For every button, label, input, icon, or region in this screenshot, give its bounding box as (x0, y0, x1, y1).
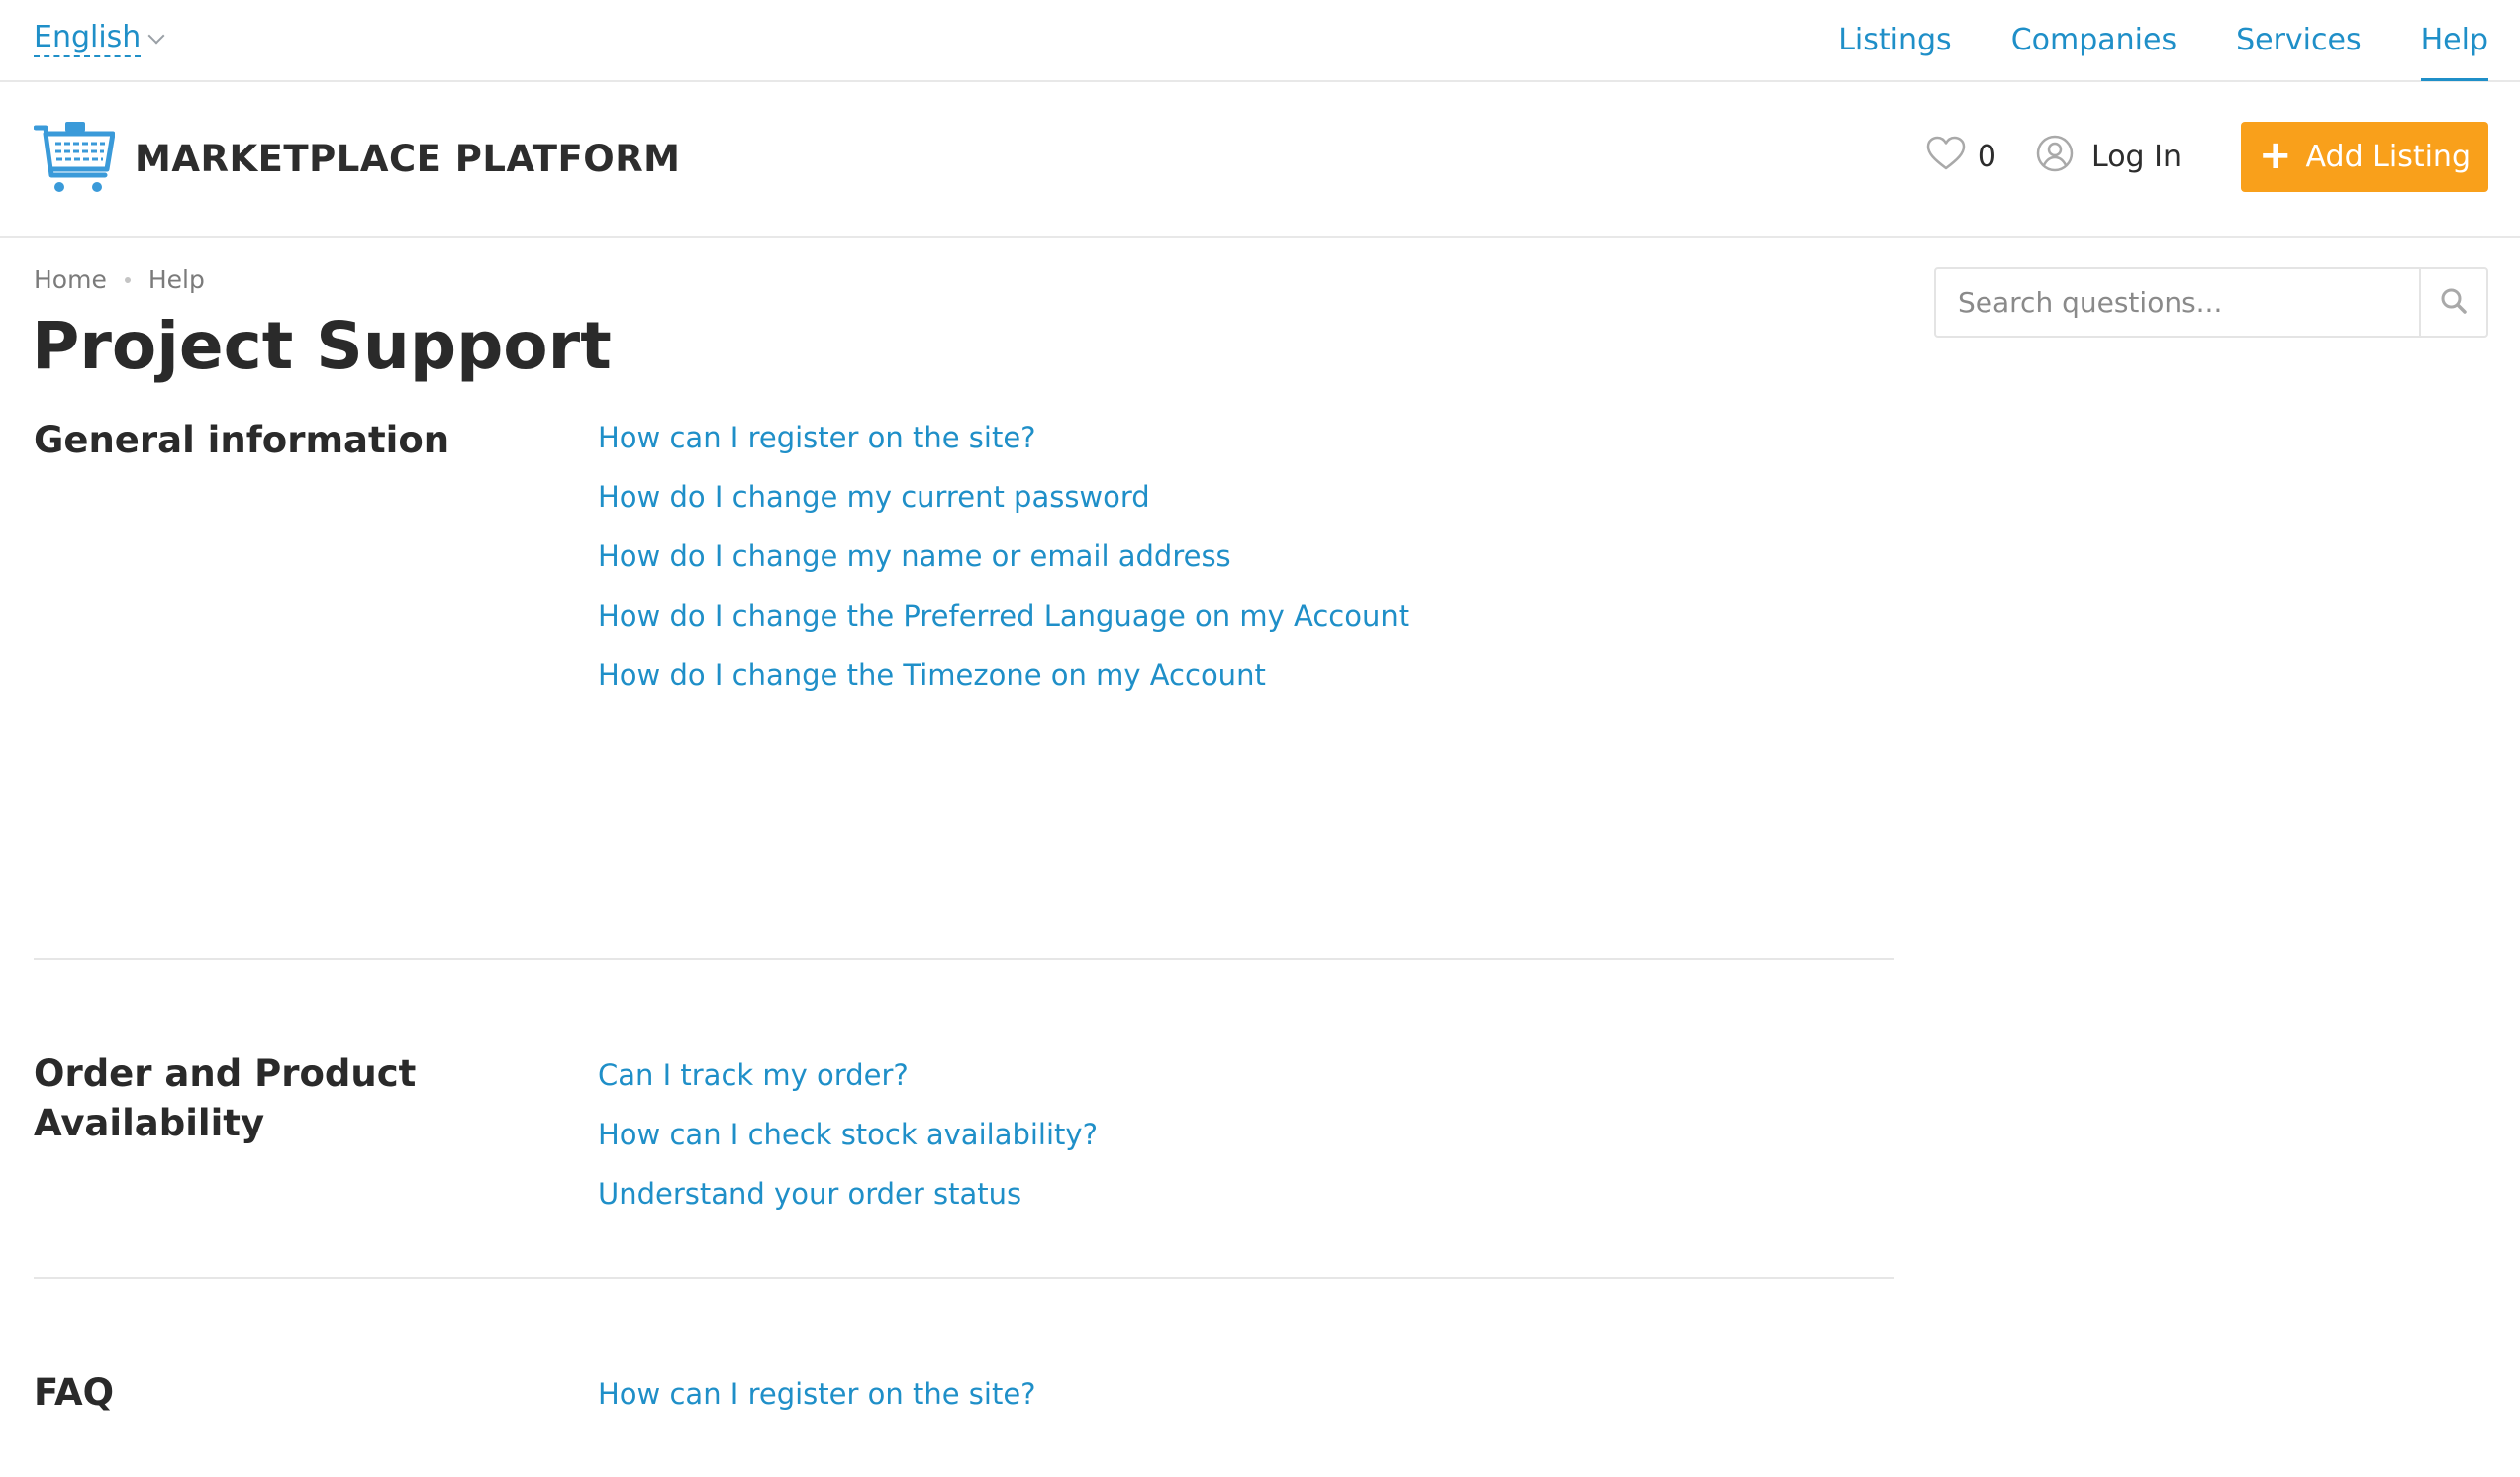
user-icon (2036, 135, 2074, 180)
nav-listings[interactable]: Listings (1838, 0, 1951, 80)
question-link[interactable]: How can I register on the site? (598, 421, 1036, 454)
heart-icon (1926, 136, 1966, 179)
section-title: Order and Product Availability (34, 1052, 417, 1144)
login-button[interactable]: Log In (2036, 135, 2181, 180)
section-title: FAQ (34, 1371, 115, 1414)
brand-name: MARKETPLACE PLATFORM (135, 137, 681, 180)
question-list: Can I track my order? How can I check st… (598, 1045, 1098, 1224)
question-list: How can I register on the site? How do I… (598, 408, 1409, 705)
header-actions: 0 Log In + Add Listing (1926, 122, 2488, 192)
question-link[interactable]: Understand your order status (598, 1177, 1021, 1211)
top-nav: Listings Companies Services Help (1779, 0, 2489, 81)
question-link[interactable]: Can I track my order? (598, 1058, 909, 1092)
list-item: How do I change the Timezone on my Accou… (598, 645, 1409, 705)
plus-icon: + (2259, 132, 2292, 178)
section-title: General information (34, 419, 450, 461)
search-box (1934, 267, 2488, 338)
add-listing-button[interactable]: + Add Listing (2241, 122, 2488, 192)
question-list: How can I register on the site? (598, 1364, 1036, 1424)
list-item: Understand your order status (598, 1164, 1098, 1224)
login-label: Log In (2091, 140, 2181, 174)
nav-services[interactable]: Services (2236, 0, 2362, 80)
list-item: How can I register on the site? (598, 408, 1409, 467)
faq-section-general: General information How can I register o… (34, 416, 1894, 960)
breadcrumb-home[interactable]: Home (34, 265, 107, 294)
page-title: Project Support (32, 308, 612, 384)
list-item: How do I change my name or email address (598, 527, 1409, 586)
list-item: How do I change my current password (598, 467, 1409, 527)
site-header: MARKETPLACE PLATFORM 0 Log In + Add List… (0, 82, 2520, 238)
chevron-down-icon (147, 27, 165, 45)
search-button[interactable] (2419, 269, 2486, 336)
language-selector[interactable]: English (34, 20, 165, 57)
nav-companies[interactable]: Companies (2011, 0, 2177, 80)
language-label: English (34, 20, 142, 57)
list-item: How do I change the Preferred Language o… (598, 586, 1409, 645)
breadcrumb-current: Help (147, 265, 205, 294)
question-link[interactable]: How can I register on the site? (598, 1377, 1036, 1411)
breadcrumb: Home Help (34, 265, 205, 294)
favorites-count: 0 (1977, 140, 1997, 174)
question-link[interactable]: How do I change the Preferred Language o… (598, 599, 1409, 633)
question-link[interactable]: How do I change the Timezone on my Accou… (598, 658, 1266, 692)
favorites-button[interactable]: 0 (1926, 136, 1996, 179)
question-link[interactable]: How do I change my name or email address (598, 540, 1231, 573)
nav-help[interactable]: Help (2420, 0, 2489, 81)
shopping-cart-icon (34, 120, 115, 197)
list-item: How can I register on the site? (598, 1364, 1036, 1424)
list-item: Can I track my order? (598, 1045, 1098, 1105)
list-item: How can I check stock availability? (598, 1105, 1098, 1164)
search-input[interactable] (1936, 269, 2419, 336)
add-listing-label: Add Listing (2305, 140, 2471, 174)
faq-section-orders: Order and Product Availability Can I tra… (34, 960, 1894, 1279)
question-link[interactable]: How can I check stock availability? (598, 1118, 1098, 1151)
brand-logo-link[interactable]: MARKETPLACE PLATFORM (34, 120, 681, 197)
search-icon (2440, 287, 2468, 319)
top-bar: English Listings Companies Services Help (0, 0, 2520, 82)
breadcrumb-separator (124, 276, 131, 283)
faq-section-faq: FAQ How can I register on the site? (34, 1279, 1894, 1477)
question-link[interactable]: How do I change my current password (598, 480, 1150, 514)
